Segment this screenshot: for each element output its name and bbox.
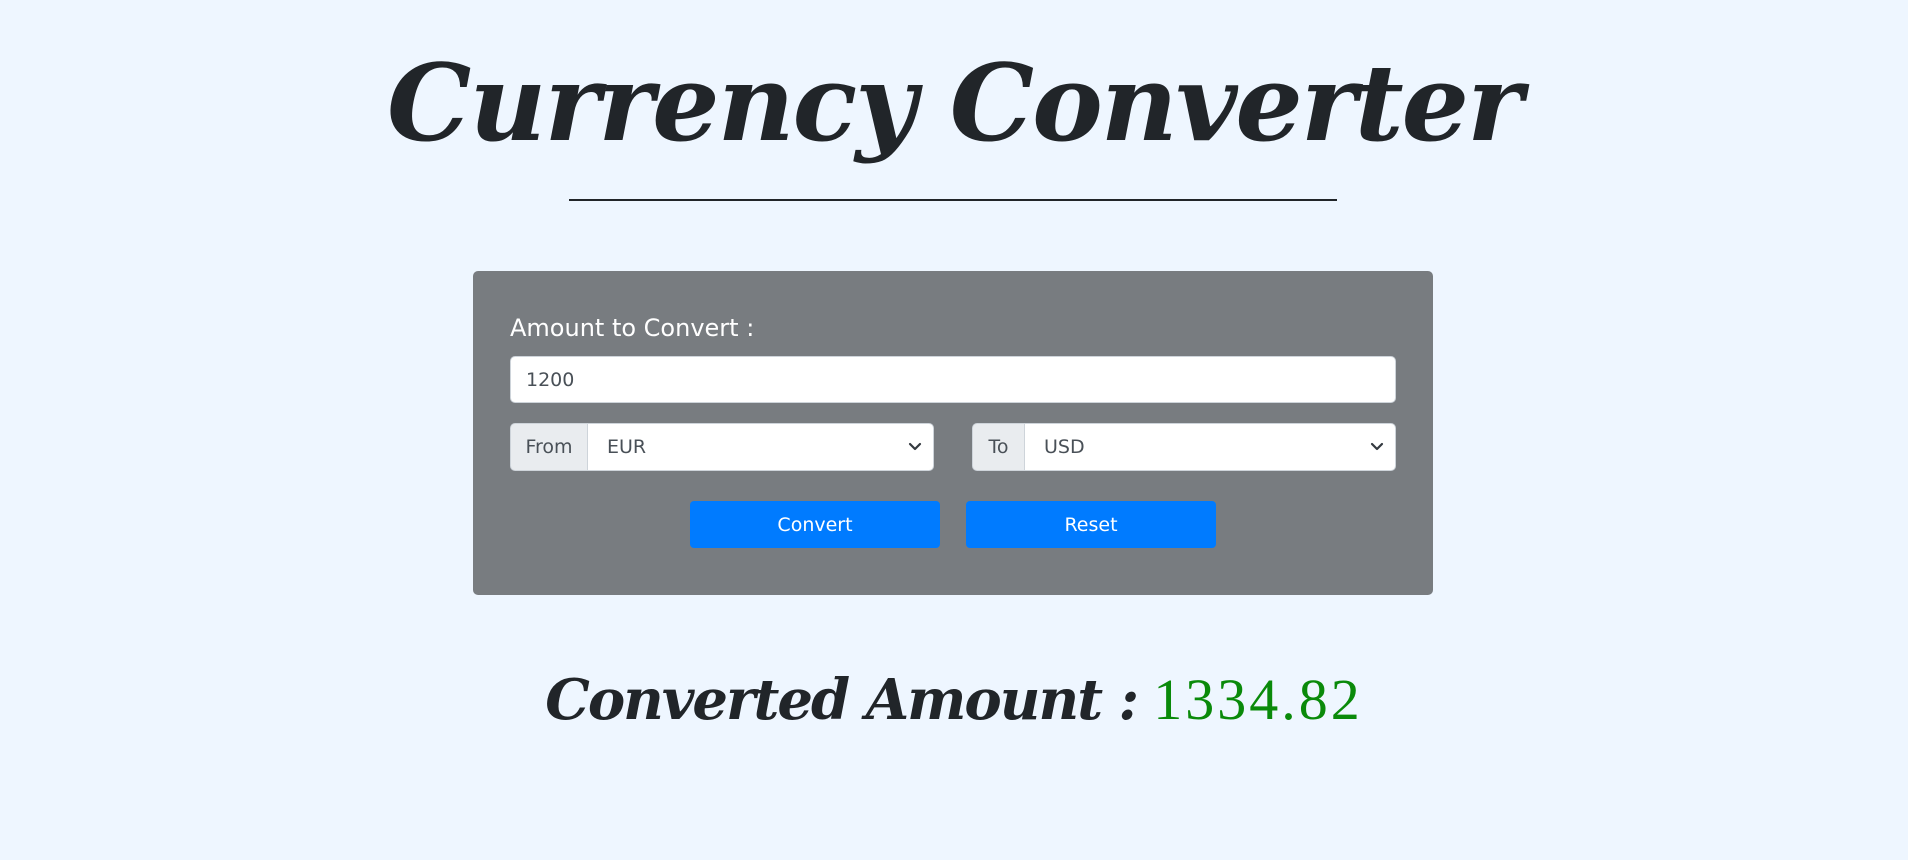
- to-currency-value: USD: [1044, 436, 1085, 458]
- converted-amount-value: 1334.82: [1153, 667, 1363, 732]
- convert-button[interactable]: Convert: [690, 501, 940, 548]
- to-currency-select[interactable]: USD: [1024, 423, 1396, 471]
- from-currency-group: From EUR: [510, 423, 934, 471]
- from-currency-select[interactable]: EUR: [587, 423, 934, 471]
- to-label: To: [972, 423, 1024, 471]
- title-underline: [569, 199, 1337, 201]
- amount-input[interactable]: [510, 356, 1396, 403]
- result-line: Converted Amount :1334.82: [0, 660, 1908, 754]
- converted-amount-label: Converted Amount :: [545, 667, 1139, 733]
- to-currency-group: To USD: [972, 423, 1396, 471]
- chevron-down-icon: [1370, 442, 1384, 451]
- chevron-down-icon: [908, 442, 922, 451]
- page-title: Currency Converter: [387, 40, 1523, 165]
- reset-button[interactable]: Reset: [966, 501, 1216, 548]
- converter-card: Amount to Convert : From EUR To USD Conv…: [473, 271, 1433, 595]
- from-label: From: [510, 423, 587, 471]
- from-currency-value: EUR: [607, 436, 647, 458]
- amount-label: Amount to Convert :: [510, 314, 755, 342]
